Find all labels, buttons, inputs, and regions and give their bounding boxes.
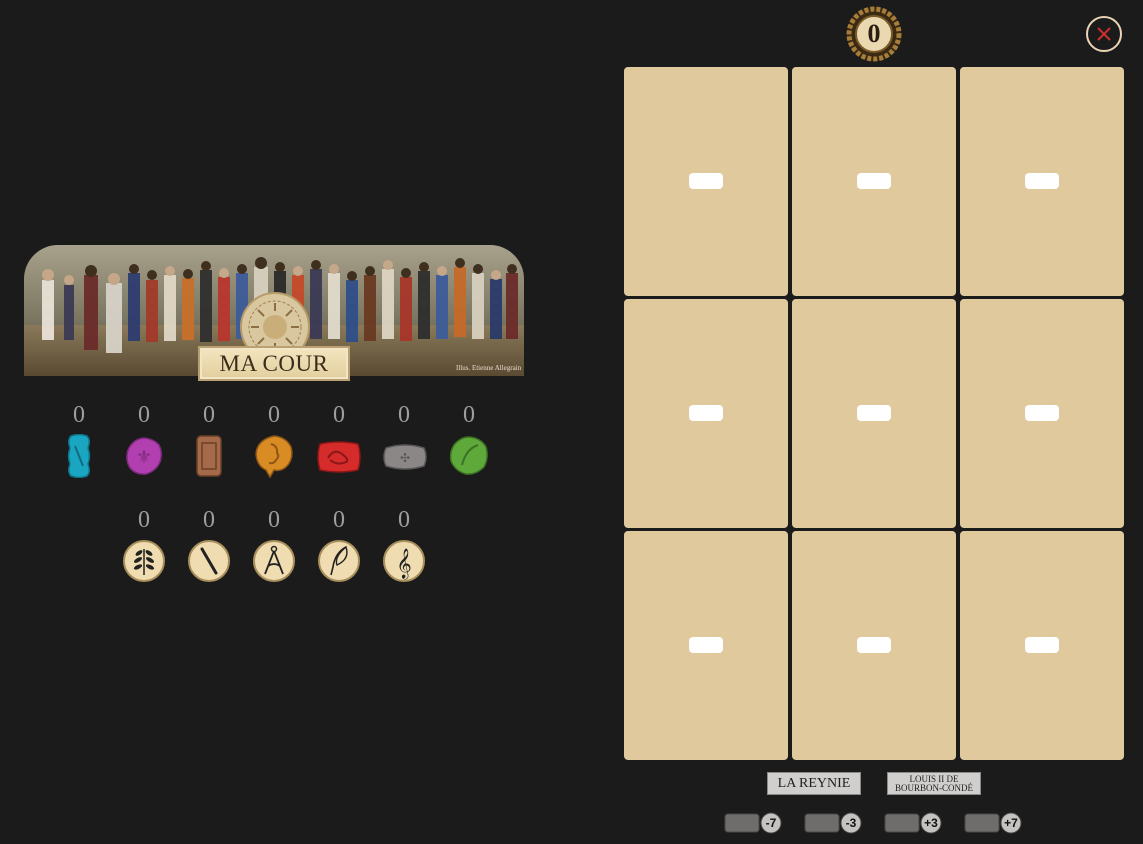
banner-credit: Illus. Etienne Allegrain	[456, 364, 522, 372]
court-slot-8[interactable]	[792, 531, 956, 760]
laurel-token-icon	[123, 540, 165, 582]
score-value: 0	[867, 19, 881, 48]
modifier-label: -3	[845, 816, 857, 830]
seal-count-red: 0	[333, 402, 345, 428]
modifier-label: +7	[1004, 816, 1018, 830]
purple-fleur-de-lis-seal-icon: ⚜	[126, 437, 163, 475]
court-slot-3[interactable]	[960, 67, 1124, 296]
close-button[interactable]	[1086, 16, 1122, 52]
court-slot-9[interactable]	[960, 531, 1124, 760]
modifier-minus-3[interactable]: -3	[804, 810, 864, 836]
game-stage: MA COUR Illus. Etienne Allegrain 0 0 0 0…	[0, 0, 1143, 844]
svg-text:✣: ✣	[400, 451, 410, 465]
modifier-minus-7[interactable]: -7	[724, 810, 784, 836]
court-slot-2[interactable]	[792, 67, 956, 296]
modifier-label: -7	[765, 816, 777, 830]
slot-placeholder	[1025, 173, 1059, 189]
seal-count-brown: 0	[203, 402, 215, 428]
court-slot-5[interactable]	[792, 299, 956, 528]
slot-placeholder	[1025, 405, 1059, 421]
modifier-plus-7[interactable]: +7	[964, 810, 1024, 836]
banner-title: MA COUR	[198, 346, 350, 381]
svg-text:⚜: ⚜	[136, 447, 152, 468]
slot-placeholder	[857, 173, 891, 189]
court-slot-7[interactable]	[624, 531, 788, 760]
court-slot-6[interactable]	[960, 299, 1124, 528]
character-la-reynie[interactable]: LA REYNIE	[767, 772, 861, 795]
blue-seal-icon	[67, 434, 91, 478]
brown-seal-icon	[196, 435, 222, 477]
character-louis-ii-de-bourbon-conde[interactable]: LOUIS II DE BOURBON-CONDÉ	[887, 772, 981, 795]
grey-seal-icon: ✣	[383, 444, 427, 470]
close-icon	[1097, 27, 1111, 41]
slot-placeholder	[689, 173, 723, 189]
score-medal: 0	[846, 6, 902, 62]
quill-token-icon	[318, 540, 360, 582]
modifier-plus-3[interactable]: +3	[884, 810, 944, 836]
court-slot-4[interactable]	[624, 299, 788, 528]
skill-count-compass: 0	[268, 507, 280, 533]
seal-count-orange: 0	[268, 402, 280, 428]
seal-count-purple: 0	[138, 402, 150, 428]
red-seal-icon	[317, 441, 361, 473]
compass-token-icon	[253, 540, 295, 582]
skill-count-clef: 0	[398, 507, 410, 533]
slot-placeholder	[857, 405, 891, 421]
treble-clef-token-icon: 𝄞	[383, 540, 425, 582]
green-seal-icon	[449, 436, 488, 475]
court-slot-1[interactable]	[624, 67, 788, 296]
character-label-line2: BOURBON-CONDÉ	[894, 782, 973, 793]
slot-placeholder	[857, 637, 891, 653]
seal-count-blue: 0	[73, 402, 85, 428]
seal-count-green: 0	[463, 402, 475, 428]
svg-text:𝄞: 𝄞	[396, 548, 411, 580]
slot-placeholder	[689, 405, 723, 421]
slot-placeholder	[1025, 637, 1059, 653]
character-label: LA REYNIE	[777, 775, 851, 791]
slot-placeholder	[689, 637, 723, 653]
seal-count-grey: 0	[398, 402, 410, 428]
orange-profile-seal-icon	[255, 435, 293, 478]
modifier-label: +3	[924, 816, 938, 830]
skill-count-laurel: 0	[138, 507, 150, 533]
skill-count-quill: 0	[333, 507, 345, 533]
skill-count-baton: 0	[203, 507, 215, 533]
baton-token-icon	[188, 540, 230, 582]
